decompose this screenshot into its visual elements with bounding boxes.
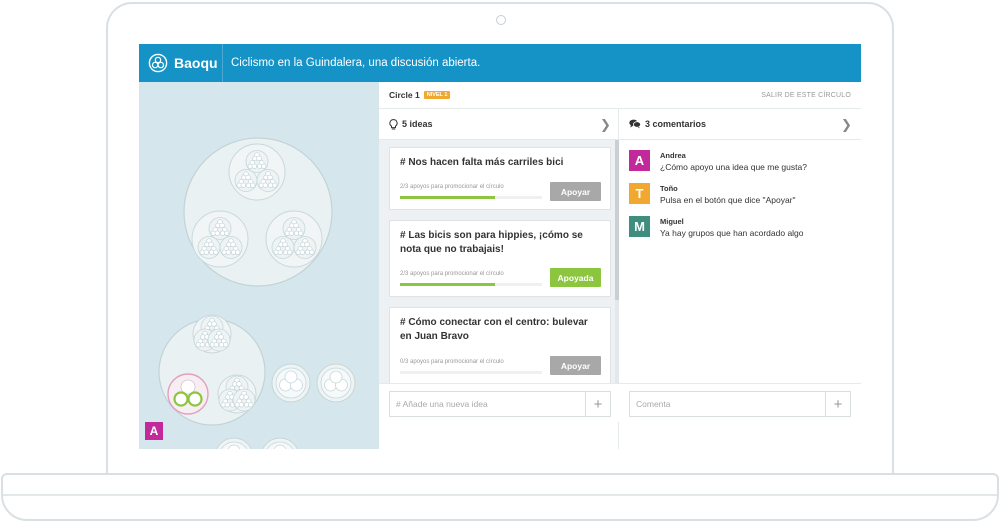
comment-author: Toño (660, 184, 678, 193)
brand-name: Baoqu (174, 55, 218, 71)
comment-avatar[interactable]: A (629, 150, 650, 171)
circle-panel: Circle 1 NIVEL 1 SALIR DE ESTE CÍRCULO 5… (379, 82, 861, 449)
idea-title: # Nos hacen falta más carriles bici (400, 157, 564, 168)
comment-avatar[interactable]: M (629, 216, 650, 237)
circle-name: Circle 1 (389, 90, 420, 100)
comments-header-divider (619, 139, 861, 140)
idea-support-count: 2/3 apoyos para promocionar el círculo (400, 271, 504, 277)
idea-card[interactable]: # Nos hacen falta más carriles bici 2/3 … (389, 147, 611, 210)
idea-support-count: 0/3 apoyos para promocionar el círculo (400, 359, 504, 365)
app-screen: Baoqu Ciclismo en la Guindalera, una dis… (139, 44, 861, 449)
new-comment-input[interactable] (630, 392, 826, 416)
supported-button[interactable]: Apoyada (550, 268, 601, 287)
idea-support-count: 2/3 apoyos para promocionar el círculo (400, 184, 504, 190)
big-circle[interactable] (183, 137, 333, 287)
chevron-right-icon[interactable]: ❯ (841, 117, 852, 133)
comment-author: Andrea (660, 151, 686, 160)
idea-progress-fill (400, 196, 496, 199)
laptop-base-divider (3, 494, 997, 496)
new-comment-field: + (629, 391, 851, 417)
laptop-camera (496, 15, 506, 25)
add-idea-button[interactable]: + (585, 392, 610, 416)
new-idea-field: + (389, 391, 611, 417)
level-badge: NIVEL 1 (423, 91, 451, 99)
exit-circle-link[interactable]: SALIR DE ESTE CÍRCULO (761, 92, 851, 99)
ideas-count: 5 ideas (402, 119, 433, 129)
input-bar: + + (379, 383, 861, 422)
top-bar-divider (222, 44, 223, 82)
idea-title: # Cómo conectar con el centro: bulevar e… (400, 317, 588, 342)
support-button[interactable]: Apoyar (550, 356, 601, 375)
discussion-title: Ciclismo en la Guindalera, una discusión… (231, 57, 481, 69)
idea-progress (400, 371, 542, 374)
user-avatar[interactable]: A (145, 422, 163, 440)
brand[interactable]: Baoqu (148, 44, 218, 82)
idea-progress (400, 196, 542, 199)
lightbulb-icon (389, 118, 398, 129)
idea-card[interactable]: # Cómo conectar con el centro: bulevar e… (389, 307, 611, 385)
ideas-list[interactable]: # Nos hacen falta más carriles bici 2/3 … (379, 140, 619, 410)
idea-progress-fill (400, 283, 496, 286)
idea-progress (400, 283, 542, 286)
speech-bubbles-icon (629, 119, 641, 129)
idea-title: # Las bicis son para hippies, ¡cómo se n… (400, 230, 583, 255)
idea-card[interactable]: # Las bicis son para hippies, ¡cómo se n… (389, 220, 611, 297)
comments-header[interactable]: 3 comentarios (629, 109, 706, 139)
chevron-right-icon[interactable]: ❯ (600, 117, 611, 133)
circles-diagram (139, 82, 356, 449)
comment-text: Ya hay grupos que han acordado algo (660, 228, 804, 238)
comment-avatar[interactable]: T (629, 183, 650, 204)
comment-text: ¿Cómo apoyo una idea que me gusta? (660, 162, 807, 172)
top-bar: Baoqu Ciclismo en la Guindalera, una dis… (139, 44, 861, 82)
new-idea-input[interactable] (390, 392, 586, 416)
comment-text: Pulsa en el botón que dice "Apoyar" (660, 195, 796, 205)
active-circle[interactable] (167, 373, 209, 415)
add-comment-button[interactable]: + (825, 392, 850, 416)
comments-count: 3 comentarios (645, 119, 707, 129)
circles-map: A (139, 82, 379, 449)
laptop-base (1, 473, 999, 521)
comment-author: Miguel (660, 217, 684, 226)
support-button[interactable]: Apoyar (550, 182, 601, 201)
baoqu-logo-icon (148, 53, 168, 73)
circle-header: Circle 1 NIVEL 1 (389, 90, 451, 100)
ideas-header[interactable]: 5 ideas (389, 109, 433, 139)
